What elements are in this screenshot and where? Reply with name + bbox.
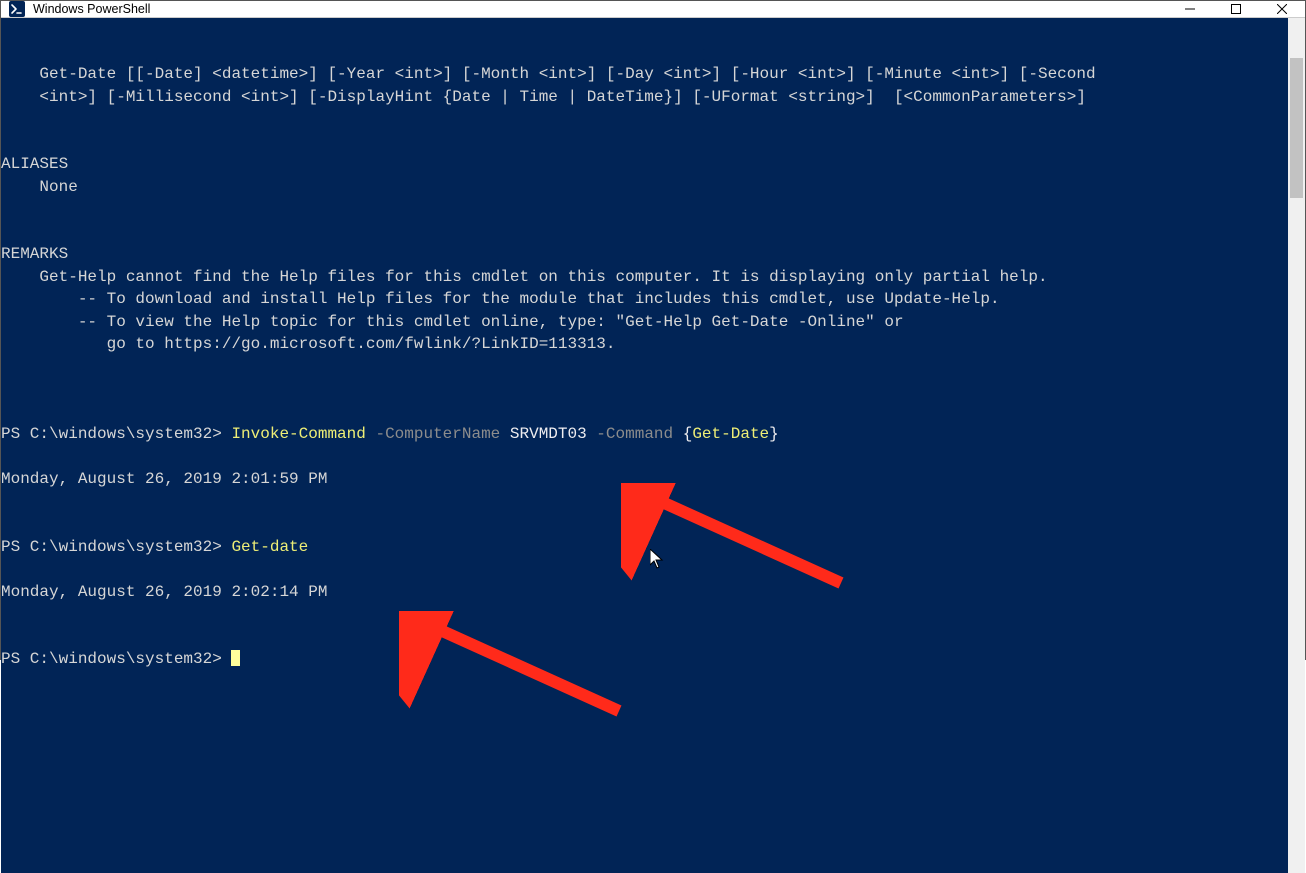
cmd-arg: SRVMDT03 (510, 425, 587, 443)
output-line: Monday, August 26, 2019 2:01:59 PM (1, 470, 327, 488)
remarks-line: Get-Help cannot find the Help files for … (1, 268, 1048, 286)
brace: } (769, 425, 779, 443)
brace: { (683, 425, 693, 443)
powershell-window: Windows PowerShell Get-Date [[-Date] <da… (0, 0, 1306, 660)
titlebar[interactable]: Windows PowerShell (1, 1, 1305, 18)
help-syntax-line: <int>] [-Millisecond <int>] [-DisplayHin… (1, 88, 1086, 106)
minimize-button[interactable] (1167, 1, 1213, 17)
cmd-getdate: Get-date (231, 538, 308, 556)
close-button[interactable] (1259, 1, 1305, 17)
terminal[interactable]: Get-Date [[-Date] <datetime>] [-Year <in… (1, 18, 1288, 873)
aliases-body: None (1, 178, 78, 196)
window-controls (1167, 1, 1305, 17)
cmd-invoke: Invoke-Command (231, 425, 365, 443)
maximize-button[interactable] (1213, 1, 1259, 17)
client-area: Get-Date [[-Date] <datetime>] [-Year <in… (1, 18, 1305, 873)
cmd-param: -ComputerName (366, 425, 510, 443)
scrollbar-thumb[interactable] (1290, 58, 1303, 198)
prompt: PS C:\windows\system32> (1, 538, 231, 556)
help-syntax-line: Get-Date [[-Date] <datetime>] [-Year <in… (1, 65, 1096, 83)
prompt: PS C:\windows\system32> (1, 425, 231, 443)
section-header: ALIASES (1, 155, 68, 173)
prompt: PS C:\windows\system32> (1, 650, 231, 668)
remarks-line: go to https://go.microsoft.com/fwlink/?L… (1, 335, 616, 353)
remarks-line: -- To download and install Help files fo… (1, 290, 1000, 308)
cmd-inner: Get-Date (692, 425, 769, 443)
remarks-line: -- To view the Help topic for this cmdle… (1, 313, 904, 331)
section-header: REMARKS (1, 245, 68, 263)
cursor (231, 650, 240, 666)
cmd-param: -Command (587, 425, 683, 443)
terminal-output: Get-Date [[-Date] <datetime>] [-Year <in… (1, 41, 1288, 671)
powershell-icon (9, 1, 25, 17)
vertical-scrollbar[interactable] (1288, 18, 1305, 873)
output-line: Monday, August 26, 2019 2:02:14 PM (1, 583, 327, 601)
window-title: Windows PowerShell (33, 2, 150, 16)
